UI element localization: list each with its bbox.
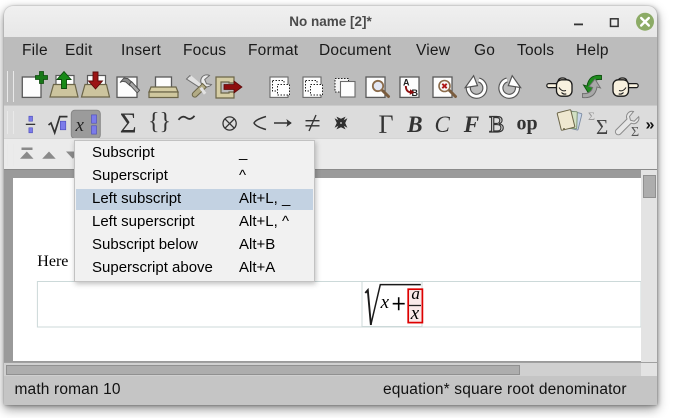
svg-text:F: F bbox=[463, 111, 479, 136]
svg-text:x: x bbox=[75, 114, 85, 135]
svg-text:x: x bbox=[410, 303, 420, 324]
svg-text:C: C bbox=[435, 111, 451, 136]
svg-text:Σ: Σ bbox=[631, 125, 639, 139]
svg-text:B: B bbox=[406, 111, 422, 136]
svg-text:B: B bbox=[489, 111, 504, 136]
svg-text:»: » bbox=[646, 116, 655, 133]
svg-text:Σ: Σ bbox=[588, 109, 595, 123]
svg-text:{}: {} bbox=[148, 109, 171, 135]
svg-text:Γ: Γ bbox=[379, 110, 394, 139]
svg-text:op: op bbox=[517, 112, 538, 134]
svg-text:x: x bbox=[380, 292, 390, 313]
svg-text:Σ: Σ bbox=[120, 107, 137, 139]
svg-text:Σ: Σ bbox=[596, 115, 608, 139]
svg-text:a: a bbox=[411, 284, 420, 303]
